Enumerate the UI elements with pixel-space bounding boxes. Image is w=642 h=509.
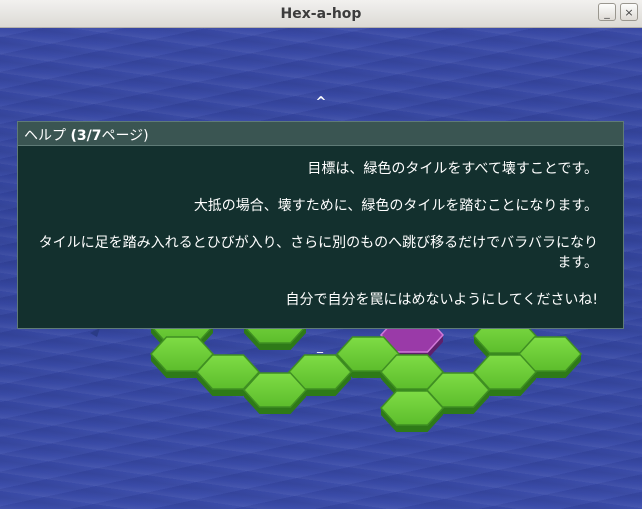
help-body: 目標は、緑色のタイルをすべて壊すことです。 大抵の場合、壊すために、緑色のタイル…: [38, 159, 598, 327]
help-line-4: 自分で自分を罠にはめないようにしてくださいね!: [285, 292, 599, 308]
help-panel: ヘルプ (3/7ページ) 目標は、緑色のタイルをすべて壊すことです。 大抵の場合…: [17, 121, 624, 329]
pointer-mark: [90, 328, 100, 337]
help-page-number: (3/7: [70, 128, 102, 144]
help-title: ヘルプ (3/7ページ): [24, 125, 149, 145]
window-titlebar: Hex-a-hop _ ×: [0, 0, 642, 28]
help-line-1: 目標は、緑色のタイルをすべて壊すことです。: [307, 161, 598, 177]
help-page-suffix: ページ): [101, 128, 149, 144]
minimize-button[interactable]: _: [598, 3, 616, 21]
scroll-up-arrow[interactable]: ^: [313, 95, 329, 110]
window-title: Hex-a-hop: [280, 6, 362, 22]
help-label: ヘルプ: [24, 128, 66, 144]
help-header: ヘルプ (3/7ページ): [18, 122, 623, 146]
green-hex-tile[interactable]: [379, 390, 445, 432]
cursor-mark: _: [316, 339, 324, 353]
close-button[interactable]: ×: [620, 3, 638, 21]
green-hex-tile[interactable]: [242, 372, 308, 414]
help-line-2: 大抵の場合、壊すために、緑色のタイルを踏むことになります。: [193, 198, 598, 214]
help-line-3: タイルに足を踏み入れるとひびが入り、さらに別のものへ跳び移るだけでバラバラになり…: [38, 235, 598, 271]
